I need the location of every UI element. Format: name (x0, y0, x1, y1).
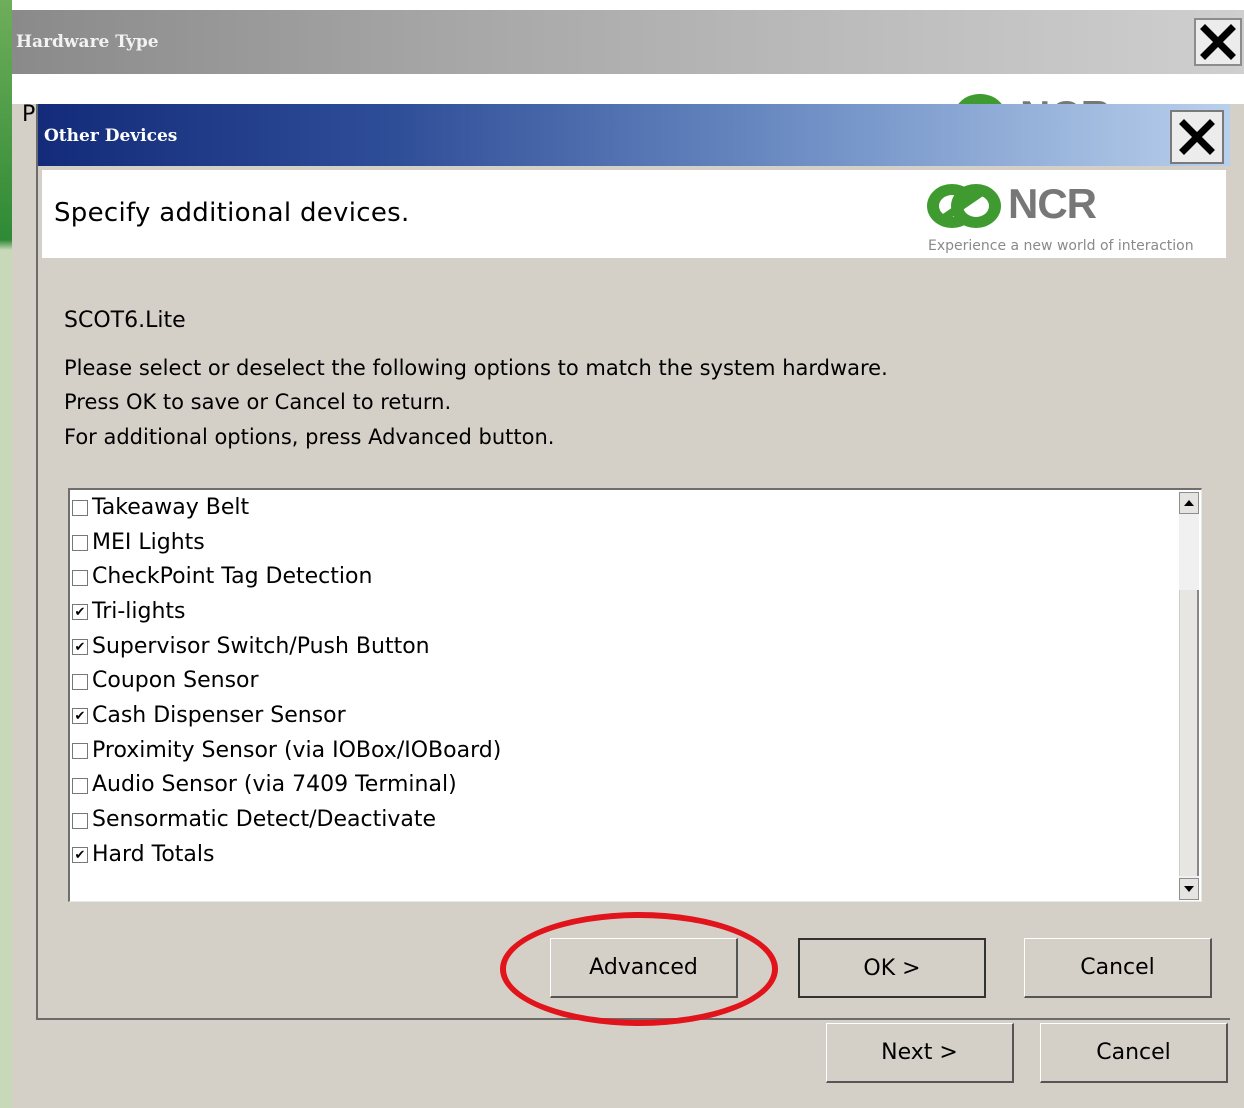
instruction-line-3: For additional options, press Advanced b… (64, 425, 555, 449)
list-item[interactable]: Proximity Sensor (via IOBox/IOBoard) (72, 733, 1172, 768)
list-item[interactable]: Audio Sensor (via 7409 Terminal) (72, 768, 1172, 803)
list-item[interactable]: ✔ Supervisor Switch/Push Button (72, 629, 1172, 664)
scrollbar-thumb[interactable] (1179, 590, 1199, 876)
checkbox-checked[interactable]: ✔ (72, 604, 88, 621)
checkbox-unchecked[interactable] (72, 535, 88, 552)
dialog-title: Other Devices (44, 126, 178, 146)
advanced-button[interactable]: Advanced (550, 938, 738, 998)
next-button[interactable]: Next > (826, 1023, 1014, 1083)
list-item[interactable]: Sensormatic Detect/Deactivate (72, 802, 1172, 837)
option-label: CheckPoint Tag Detection (92, 564, 373, 590)
cancel-button[interactable]: Cancel (1024, 938, 1212, 998)
instruction-line-2: Press OK to save or Cancel to return. (64, 390, 452, 414)
option-label: Takeaway Belt (92, 494, 250, 520)
option-label: Proximity Sensor (via IOBox/IOBoard) (92, 737, 502, 763)
scroll-down-arrow-icon (1184, 886, 1194, 892)
list-item[interactable]: ✔ Tri-lights (72, 594, 1172, 629)
list-item[interactable]: CheckPoint Tag Detection (72, 559, 1172, 594)
close-icon (1200, 24, 1236, 60)
list-item[interactable]: ✔ Hard Totals (72, 837, 1172, 872)
instruction-line-1: Please select or deselect the following … (64, 356, 888, 380)
logo-tagline: Experience a new world of interaction (928, 238, 1194, 254)
checkbox-checked[interactable]: ✔ (72, 708, 88, 725)
ok-button[interactable]: OK > (798, 938, 986, 998)
option-label: MEI Lights (92, 529, 205, 555)
dialog-titlebar: Other Devices (38, 104, 1230, 166)
checkbox-unchecked[interactable] (72, 673, 88, 690)
checkbox-checked[interactable]: ✔ (72, 639, 88, 656)
vertical-scrollbar[interactable] (1177, 490, 1201, 901)
option-label: Coupon Sensor (92, 668, 259, 694)
option-label: Supervisor Switch/Push Button (92, 633, 430, 659)
options-container: Takeaway Belt MEI Lights CheckPoint Tag De… (72, 490, 1172, 872)
parent-cancel-button[interactable]: Cancel (1040, 1023, 1228, 1083)
logo-name: NCR (1008, 180, 1097, 227)
header-text: Specify additional devices. (54, 198, 410, 228)
close-icon (1179, 119, 1215, 155)
option-label: Hard Totals (92, 841, 215, 867)
other-devices-dialog: Other Devices Specify additional devices… (36, 104, 1230, 1020)
ncr-logo-icon (927, 184, 1001, 228)
checkbox-unchecked[interactable] (72, 743, 88, 760)
dialog-close-button[interactable] (1170, 110, 1224, 164)
desktop-edge (0, 0, 12, 1108)
checkbox-checked[interactable]: ✔ (72, 847, 88, 864)
parent-ncr-logo-icon: NCR (950, 82, 1150, 106)
option-label: Cash Dispenser Sensor (92, 702, 346, 728)
parent-close-button[interactable] (1194, 18, 1242, 66)
scroll-up-arrow-icon (1184, 500, 1194, 506)
checkbox-unchecked[interactable] (72, 569, 88, 586)
checkbox-unchecked[interactable] (72, 500, 88, 517)
dialog-header: Specify additional devices. NCR Experien… (42, 170, 1226, 258)
option-label: Sensormatic Detect/Deactivate (92, 807, 436, 833)
parent-titlebar: Hardware Type (12, 10, 1244, 74)
option-label: Tri-lights (92, 598, 186, 624)
checkbox-unchecked[interactable] (72, 777, 88, 794)
list-item[interactable]: Coupon Sensor (72, 663, 1172, 698)
device-options-list[interactable]: Takeaway Belt MEI Lights CheckPoint Tag De… (68, 488, 1202, 902)
checkbox-unchecked[interactable] (72, 812, 88, 829)
model-label: SCOT6.Lite (64, 308, 186, 333)
list-item[interactable]: Takeaway Belt (72, 490, 1172, 525)
scroll-down-button[interactable] (1179, 878, 1199, 900)
parent-window-title: Hardware Type (16, 32, 159, 52)
parent-header-text: P (22, 102, 36, 127)
option-label: Audio Sensor (via 7409 Terminal) (92, 772, 457, 798)
scroll-up-button[interactable] (1179, 492, 1199, 514)
list-item[interactable]: ✔ Cash Dispenser Sensor (72, 698, 1172, 733)
ncr-logo: NCR Experience a new world of interactio… (924, 178, 1214, 258)
list-item[interactable]: MEI Lights (72, 525, 1172, 560)
